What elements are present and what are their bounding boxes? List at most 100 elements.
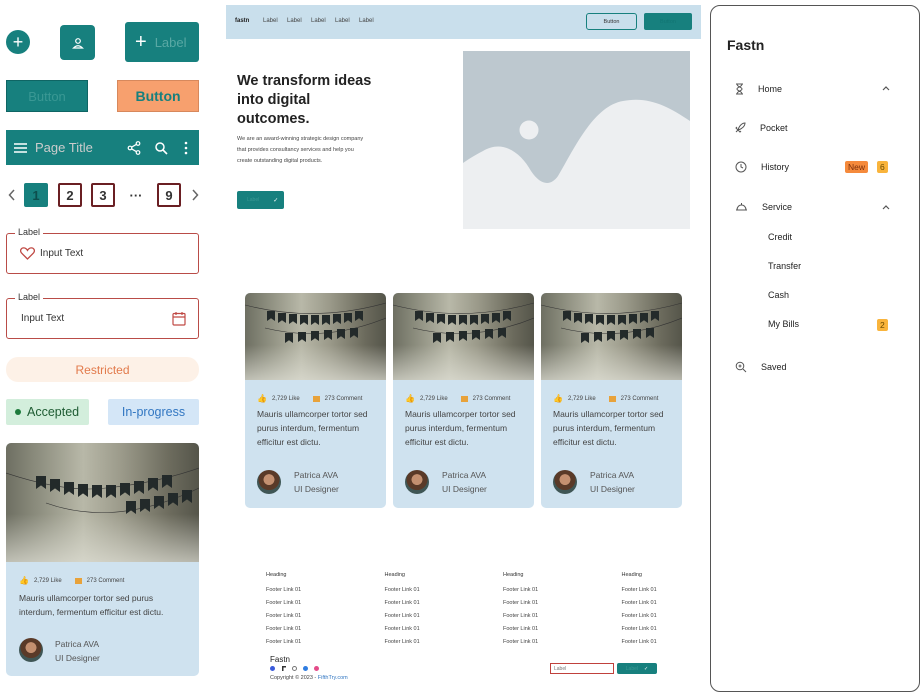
sidebar-item-pocket[interactable]: Pocket bbox=[735, 122, 788, 133]
favorite-input[interactable]: Label Input Text bbox=[6, 227, 199, 274]
pagination-prev[interactable] bbox=[6, 183, 18, 207]
chevron-up-icon[interactable] bbox=[882, 204, 890, 210]
left-card[interactable]: 👍 2,729 Like 273 Comment Mauris ullamcor… bbox=[6, 443, 199, 676]
footer-heading: Heading bbox=[266, 572, 287, 578]
input-value: Input Text bbox=[40, 248, 84, 259]
brand-logo[interactable]: fastn bbox=[235, 18, 249, 24]
card-photo bbox=[245, 293, 386, 380]
secondary-button[interactable]: Button bbox=[117, 80, 199, 112]
input-value: Input Text bbox=[21, 313, 65, 324]
user-icon-button[interactable] bbox=[60, 25, 95, 60]
page-1[interactable]: 1 bbox=[24, 183, 48, 207]
footer-link[interactable]: Footer Link 01 bbox=[385, 584, 420, 597]
page-ellipsis: ··· bbox=[129, 187, 143, 203]
footer-link[interactable]: Footer Link 01 bbox=[622, 584, 657, 597]
card-description: Mauris ullamcorper tortor sed purus inte… bbox=[405, 409, 516, 447]
status-label: Accepted bbox=[27, 405, 80, 419]
footer-link[interactable]: Footer Link 01 bbox=[385, 636, 420, 649]
hero-cta-button[interactable]: Label ✓ bbox=[237, 191, 284, 209]
footer-link[interactable]: Footer Link 01 bbox=[503, 636, 538, 649]
calendar-icon[interactable] bbox=[172, 311, 186, 326]
sidebar-subitem-credit[interactable]: Credit bbox=[768, 232, 792, 242]
footer-link[interactable]: Footer Link 01 bbox=[503, 584, 538, 597]
comment-icon[interactable] bbox=[74, 577, 82, 584]
web-card[interactable]: 👍 2,729 Like 273 Comment Mauris ullamcor… bbox=[393, 293, 534, 508]
footer-link[interactable]: Footer Link 01 bbox=[503, 623, 538, 636]
web-card[interactable]: 👍 2,729 Like 273 Comment Mauris ullamcor… bbox=[245, 293, 386, 508]
sidebar-item-service[interactable]: Service bbox=[735, 202, 792, 212]
thumbs-up-icon[interactable]: 👍 bbox=[257, 394, 267, 403]
menu-icon[interactable] bbox=[14, 142, 27, 153]
footer-link[interactable]: Footer Link 01 bbox=[385, 623, 420, 636]
dot-icon bbox=[15, 409, 21, 415]
avatar bbox=[405, 470, 429, 494]
image-placeholder-icon bbox=[463, 51, 690, 183]
copyright-link[interactable]: FifthTry.com bbox=[318, 675, 348, 681]
sidebar-item-saved[interactable]: Saved bbox=[735, 361, 787, 373]
sidebar-item-history[interactable]: History bbox=[735, 161, 789, 173]
footer-link[interactable]: Footer Link 01 bbox=[622, 610, 657, 623]
footer-link[interactable]: Footer Link 01 bbox=[622, 623, 657, 636]
footer-link[interactable]: Footer Link 01 bbox=[622, 597, 657, 610]
dribbble-icon[interactable] bbox=[314, 666, 319, 671]
page-3[interactable]: 3 bbox=[91, 183, 115, 207]
fifthtry-icon[interactable] bbox=[282, 666, 286, 671]
footer-link[interactable]: Footer Link 01 bbox=[266, 584, 301, 597]
facebook-icon[interactable] bbox=[270, 666, 275, 671]
card-description: Mauris ullamcorper tortor sed purus inte… bbox=[257, 409, 368, 447]
subscribe-input[interactable]: Label bbox=[550, 663, 614, 674]
nav-link-5[interactable]: Label bbox=[359, 18, 374, 24]
chevron-up-icon[interactable] bbox=[882, 85, 890, 91]
pagination-next[interactable] bbox=[189, 183, 201, 207]
comment-icon[interactable] bbox=[460, 395, 468, 402]
web-card[interactable]: 👍 2,729 Like 273 Comment Mauris ullamcor… bbox=[541, 293, 682, 508]
date-input[interactable]: Label Input Text bbox=[6, 292, 199, 339]
card-meta: 👍 2,729 Like 273 Comment bbox=[19, 576, 124, 585]
page-2[interactable]: 2 bbox=[58, 183, 82, 207]
sidebar-subitem-my-bills[interactable]: My Bills bbox=[768, 319, 799, 329]
share-icon[interactable] bbox=[127, 140, 141, 155]
footer-link[interactable]: Footer Link 01 bbox=[266, 610, 301, 623]
google-icon[interactable] bbox=[292, 666, 297, 671]
footer-link[interactable]: Footer Link 01 bbox=[503, 610, 538, 623]
sidebar-subitem-cash[interactable]: Cash bbox=[768, 290, 789, 300]
footer-link[interactable]: Footer Link 01 bbox=[266, 597, 301, 610]
author-name: Patrica AVA bbox=[55, 639, 100, 649]
footer-link[interactable]: Footer Link 01 bbox=[385, 597, 420, 610]
top-nav: fastn Label Label Label Label Label Butt… bbox=[226, 5, 701, 39]
comment-icon[interactable] bbox=[312, 395, 320, 402]
nav-link-3[interactable]: Label bbox=[311, 18, 326, 24]
thumbs-up-icon[interactable]: 👍 bbox=[553, 394, 563, 403]
more-vertical-icon[interactable] bbox=[181, 141, 191, 155]
page-9[interactable]: 9 bbox=[157, 183, 181, 207]
sidebar-item-home[interactable]: Home bbox=[735, 83, 782, 95]
messenger-icon[interactable] bbox=[303, 666, 308, 671]
card-meta: 👍 2,729 Like 273 Comment bbox=[257, 394, 362, 403]
clock-icon bbox=[735, 161, 747, 173]
heart-icon bbox=[20, 247, 35, 260]
nav-link-2[interactable]: Label bbox=[287, 18, 302, 24]
search-icon[interactable] bbox=[149, 141, 173, 155]
footer-link[interactable]: Footer Link 01 bbox=[266, 636, 301, 649]
footer-link[interactable]: Footer Link 01 bbox=[622, 636, 657, 649]
thumbs-up-icon[interactable]: 👍 bbox=[19, 576, 29, 585]
nav-outline-button[interactable]: Button bbox=[586, 13, 637, 30]
comment-icon[interactable] bbox=[608, 395, 616, 402]
add-label-button[interactable]: + Label bbox=[125, 22, 199, 62]
nav-link-4[interactable]: Label bbox=[335, 18, 350, 24]
card-meta: 👍 2,729 Like 273 Comment bbox=[553, 394, 658, 403]
fab-add-button[interactable]: + bbox=[6, 30, 30, 54]
status-badge-in-progress: In-progress bbox=[108, 399, 199, 425]
primary-button[interactable]: Button bbox=[6, 80, 88, 112]
thumbs-up-icon[interactable]: 👍 bbox=[405, 394, 415, 403]
footer-link[interactable]: Footer Link 01 bbox=[385, 610, 420, 623]
nav-link-1[interactable]: Label bbox=[263, 18, 278, 24]
sidebar-subitem-transfer[interactable]: Transfer bbox=[768, 261, 801, 271]
subscribe-button[interactable]: Label ✓ bbox=[617, 663, 657, 674]
status-badge-accepted: Accepted bbox=[6, 399, 89, 425]
footer-link[interactable]: Footer Link 01 bbox=[266, 623, 301, 636]
nav-primary-button[interactable]: Button bbox=[644, 13, 692, 30]
author-role: UI Designer bbox=[442, 484, 487, 494]
footer-column: Heading Footer Link 01 Footer Link 01 Foot… bbox=[385, 572, 420, 649]
footer-link[interactable]: Footer Link 01 bbox=[503, 597, 538, 610]
